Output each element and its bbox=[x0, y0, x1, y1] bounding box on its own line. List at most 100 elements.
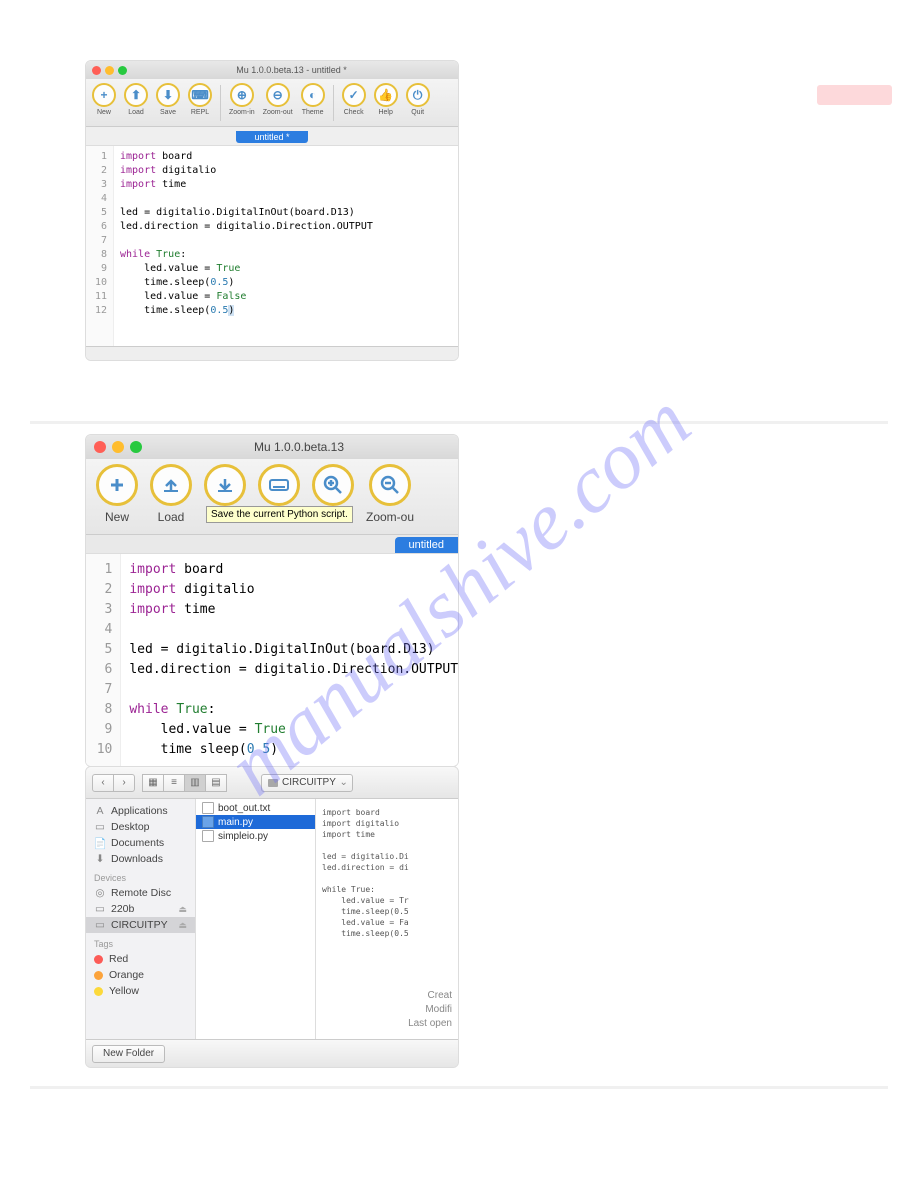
maximize-icon[interactable] bbox=[130, 441, 142, 453]
minimize-icon[interactable] bbox=[105, 66, 114, 75]
zoom-in-icon: ⊕ bbox=[230, 83, 254, 107]
view-segmented: ▦ ≡ ▥ ▤ bbox=[143, 774, 227, 792]
status-bar bbox=[86, 346, 458, 360]
close-icon[interactable] bbox=[92, 66, 101, 75]
drive-icon: ◎ bbox=[94, 887, 106, 899]
new-folder-button[interactable]: New Folder bbox=[92, 1045, 165, 1063]
tooltip: Save the current Python script. bbox=[206, 506, 353, 523]
view-column-button[interactable]: ▥ bbox=[184, 774, 206, 792]
devices-header: Devices bbox=[86, 867, 195, 885]
file-boot_out-txt[interactable]: boot_out.txt bbox=[196, 801, 315, 815]
tab-untitled[interactable]: untitled * bbox=[236, 131, 307, 143]
repl-button[interactable]: ⌨REPL bbox=[188, 83, 212, 116]
tab-row: untitled bbox=[86, 535, 458, 554]
eject-icon[interactable]: ⏏ bbox=[178, 920, 187, 931]
location-dropdown[interactable]: CIRCUITPY bbox=[261, 774, 353, 792]
help-button[interactable]: 👍Help bbox=[374, 83, 398, 116]
finder-sidebar: AApplications▭Desktop📄Documents⬇Download… bbox=[86, 799, 196, 1039]
sidebar-item-applications[interactable]: AApplications bbox=[86, 803, 195, 819]
btn-button[interactable] bbox=[258, 464, 300, 510]
mu-editor-screenshot-2: Mu 1.0.0.beta.13 New Load SSave the curren… bbox=[85, 434, 459, 767]
nav-buttons: ‹ › bbox=[92, 774, 135, 792]
sidebar-item-remotedisc[interactable]: ◎Remote Disc bbox=[86, 885, 195, 901]
window-titlebar: Mu 1.0.0.beta.13 - untitled * bbox=[86, 61, 458, 79]
minimize-icon[interactable] bbox=[112, 441, 124, 453]
eject-icon[interactable]: ⏏ bbox=[178, 904, 187, 915]
theme-icon: ◐ bbox=[301, 83, 325, 107]
view-gallery-button[interactable]: ▤ bbox=[205, 774, 227, 792]
check-button[interactable]: ✓Check bbox=[342, 83, 366, 116]
tab-row: untitled * bbox=[86, 127, 458, 146]
theme-button[interactable]: ◐Theme bbox=[301, 83, 325, 116]
view-list-button[interactable]: ≡ bbox=[163, 774, 185, 792]
save-icon: ⬇ bbox=[156, 83, 180, 107]
quit-button[interactable]: ⏻Quit bbox=[406, 83, 430, 116]
section-divider bbox=[30, 1086, 888, 1089]
close-icon[interactable] bbox=[94, 441, 106, 453]
file-icon bbox=[202, 830, 214, 842]
preview-meta: Creat Modifi Last open bbox=[322, 989, 452, 1031]
sidebar-item-220b[interactable]: ▭220b⏏ bbox=[86, 901, 195, 917]
quit-icon: ⏻ bbox=[406, 83, 430, 107]
sidebar-item-documents[interactable]: 📄Documents bbox=[86, 835, 195, 851]
tag-yellow[interactable]: Yellow bbox=[86, 983, 195, 999]
folder-icon: ▭ bbox=[94, 821, 106, 833]
file-main-py[interactable]: main.py bbox=[196, 815, 315, 829]
finder-toolbar: ‹ › ▦ ≡ ▥ ▤ CIRCUITPY bbox=[86, 767, 458, 799]
zoom-in-button[interactable]: ⊕Zoom-in bbox=[229, 83, 255, 116]
location-label: CIRCUITPY bbox=[282, 777, 336, 788]
kb-icon bbox=[258, 464, 300, 506]
tab-untitled[interactable]: untitled bbox=[395, 537, 458, 553]
sidebar-item-circuitpy[interactable]: ▭CIRCUITPY⏏ bbox=[86, 917, 195, 933]
drive-icon: ▭ bbox=[94, 919, 106, 931]
tag-red[interactable]: Red bbox=[86, 951, 195, 967]
file-icon bbox=[202, 802, 214, 814]
folder-icon bbox=[268, 779, 278, 787]
load-button[interactable]: ⬆Load bbox=[124, 83, 148, 116]
separator bbox=[333, 85, 334, 121]
down-icon bbox=[204, 464, 246, 506]
load-button[interactable]: Load bbox=[150, 464, 192, 524]
drive-icon: ▭ bbox=[94, 903, 106, 915]
load-icon: ⬆ bbox=[124, 83, 148, 107]
tags-header: Tags bbox=[86, 933, 195, 951]
plus-icon bbox=[96, 464, 138, 506]
tag-icon bbox=[94, 971, 103, 980]
window-title: Mu 1.0.0.beta.13 - untitled * bbox=[131, 65, 452, 75]
zin-icon bbox=[312, 464, 354, 506]
sidebar-item-downloads[interactable]: ⬇Downloads bbox=[86, 851, 195, 867]
finder-bottom-bar: New Folder bbox=[86, 1039, 458, 1067]
finder-preview: import board import digitalio import tim… bbox=[316, 799, 458, 1039]
window-title: Mu 1.0.0.beta.13 bbox=[148, 440, 450, 454]
s-button[interactable]: SSave the current Python script. bbox=[204, 464, 246, 524]
maximize-icon[interactable] bbox=[118, 66, 127, 75]
code-editor[interactable]: 123456789101112 import boardimport digit… bbox=[86, 146, 458, 346]
toolbar: +New ⬆Load ⬇Save ⌨REPL ⊕Zoom-in ⊖Zoom-out ◐The… bbox=[86, 79, 458, 127]
zoom-out-icon: ⊖ bbox=[266, 83, 290, 107]
finder-column: boot_out.txtmain.pysimpleio.py bbox=[196, 799, 316, 1039]
tag-orange[interactable]: Orange bbox=[86, 967, 195, 983]
gutter: 123456789101112 bbox=[86, 146, 114, 346]
gutter: 12345678910 bbox=[86, 554, 121, 766]
new-button[interactable]: +New bbox=[92, 83, 116, 116]
mu-editor-screenshot-1: Mu 1.0.0.beta.13 - untitled * +New ⬆Load ⬇… bbox=[85, 60, 459, 361]
section-divider bbox=[30, 421, 888, 424]
code-content[interactable]: import boardimport digitalioimport timel… bbox=[114, 146, 379, 346]
separator bbox=[220, 85, 221, 121]
zoomou-button[interactable]: Zoom-ou bbox=[366, 464, 414, 524]
repl-icon: ⌨ bbox=[188, 83, 212, 107]
new-button[interactable]: New bbox=[96, 464, 138, 524]
back-button[interactable]: ‹ bbox=[92, 774, 114, 792]
sidebar-item-desktop[interactable]: ▭Desktop bbox=[86, 819, 195, 835]
help-icon: 👍 bbox=[374, 83, 398, 107]
top-red-badge bbox=[817, 85, 892, 105]
save-button[interactable]: ⬇Save bbox=[156, 83, 180, 116]
file-simpleio-py[interactable]: simpleio.py bbox=[196, 829, 315, 843]
zoom-out-button[interactable]: ⊖Zoom-out bbox=[263, 83, 293, 116]
code-editor[interactable]: 12345678910 import boardimport digitalio… bbox=[86, 554, 458, 766]
file-icon bbox=[202, 816, 214, 828]
code-content[interactable]: import boardimport digitalioimport timel… bbox=[121, 554, 458, 766]
up-icon bbox=[150, 464, 192, 506]
forward-button[interactable]: › bbox=[113, 774, 135, 792]
view-icon-button[interactable]: ▦ bbox=[142, 774, 164, 792]
